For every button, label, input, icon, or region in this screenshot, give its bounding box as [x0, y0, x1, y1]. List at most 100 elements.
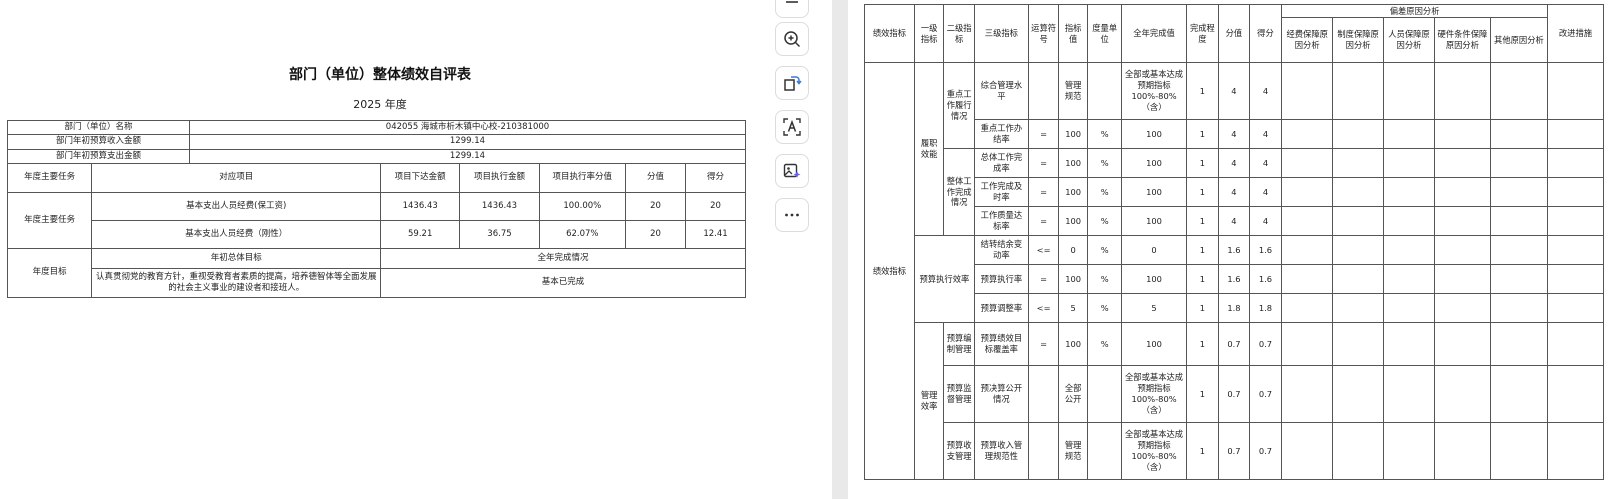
deviation-subheader: 人员保障原因分析 — [1383, 17, 1435, 63]
score-cell: 0.7 — [1218, 422, 1250, 480]
blank-cell — [1489, 119, 1548, 149]
blank-cell — [1433, 365, 1491, 423]
blank-cell — [1332, 62, 1385, 120]
more-icon — [785, 213, 799, 217]
income-label: 部门年初预算收入金额 — [7, 134, 190, 150]
blank-cell — [1489, 264, 1548, 294]
unit-cell: % — [1086, 264, 1123, 294]
task-header: 得分 — [684, 163, 747, 193]
more-button[interactable] — [775, 198, 809, 232]
points-cell: 4 — [1248, 177, 1283, 207]
expense-label: 部门年初预算支出金额 — [7, 149, 190, 164]
task-header: 对应项目 — [91, 163, 382, 193]
operator-cell — [1027, 365, 1060, 423]
completion-cell: 1 — [1185, 322, 1220, 366]
actual-value-cell: 100 — [1121, 264, 1187, 294]
document-title: 部门（单位）整体绩效自评表 — [289, 67, 471, 83]
unit-cell: % — [1086, 148, 1123, 178]
expense-value: 1299.14 — [188, 149, 747, 164]
deviation-header: 偏差原因分析 — [1281, 4, 1548, 18]
deviation-subheader: 硬件条件保障原因分析 — [1433, 17, 1491, 63]
blank-cell — [1281, 365, 1334, 423]
operator-cell — [1027, 422, 1060, 480]
task-cell: 1436.43 — [459, 192, 540, 221]
unit-cell — [1086, 422, 1123, 480]
level2-indicator: 整体工作完成情况 — [943, 148, 975, 236]
unit-cell — [1086, 62, 1123, 120]
target-value-cell: 全部公开 — [1058, 365, 1088, 423]
blank-cell — [1281, 119, 1334, 149]
target-value-cell: 0 — [1058, 235, 1088, 265]
points-cell: 1.8 — [1248, 293, 1283, 323]
blank-cell — [1281, 177, 1334, 207]
actual-value-cell: 100 — [1121, 177, 1187, 207]
blank-cell — [1546, 177, 1605, 207]
blank-cell — [1383, 322, 1435, 366]
blank-cell — [1546, 365, 1605, 423]
blank-cell — [1383, 148, 1435, 178]
completion-header: 全年完成情况 — [380, 248, 746, 269]
operator-cell: = — [1027, 206, 1060, 236]
operator-cell: = — [1027, 119, 1060, 149]
self-evaluation-table: 部门（单位）名称 042055 海城市析木镇中心校-210381000 部门年初… — [6, 120, 747, 298]
blank-cell — [1489, 206, 1548, 236]
target-value-cell: 100 — [1058, 206, 1088, 236]
completion-cell: 1 — [1185, 62, 1220, 120]
blank-cell — [1281, 422, 1334, 480]
blank-cell — [1383, 422, 1435, 480]
target-value-cell: 100 — [1058, 322, 1088, 366]
blank-cell — [1433, 148, 1491, 178]
operator-cell: = — [1027, 148, 1060, 178]
unit-cell: % — [1086, 206, 1123, 236]
blank-cell — [1332, 235, 1385, 265]
panel-button[interactable] — [775, 0, 809, 18]
level2-indicator: 预算编制管理 — [943, 322, 975, 366]
task-cell: 59.21 — [380, 220, 461, 249]
blank-cell — [1433, 293, 1491, 323]
unit-cell: % — [1086, 235, 1123, 265]
task-project: 基本支出人员经费(保工资) — [91, 192, 382, 221]
task-cell: 100.00% — [538, 192, 627, 221]
actual-value-cell: 100 — [1121, 119, 1187, 149]
zoom-in-icon — [784, 31, 801, 48]
goal-status: 基本已完成 — [380, 268, 746, 298]
blank-cell — [1546, 119, 1605, 149]
points-cell: 4 — [1248, 206, 1283, 236]
completion-cell: 1 — [1185, 422, 1220, 480]
blank-cell — [1383, 177, 1435, 207]
level1-indicator: 预算执行效率 — [913, 235, 975, 323]
document-page-right: 绩效指标 一级指标 二级指标 三级指标 运算符号 指标值 度量单位 全年完成值 … — [848, 0, 1605, 499]
operator-cell — [1027, 62, 1060, 120]
task-header: 项目执行率分值 — [538, 163, 627, 193]
points-cell: 4 — [1248, 119, 1283, 149]
unit-cell: % — [1086, 177, 1123, 207]
blank-cell — [1489, 177, 1548, 207]
col-header: 完成程度 — [1185, 4, 1220, 63]
page-gutter — [832, 0, 848, 499]
blank-cell — [1281, 148, 1334, 178]
blank-cell — [1332, 177, 1385, 207]
blank-cell — [1332, 206, 1385, 236]
level3-indicator: 预算绩效目标覆盖率 — [973, 322, 1029, 366]
blank-cell — [1433, 264, 1491, 294]
unit-cell: % — [1086, 119, 1123, 149]
blank-cell — [1433, 322, 1491, 366]
document-page-left: 部门（单位）整体绩效自评表 2025 年度 部门（单位）名称 042055 海城… — [0, 0, 760, 499]
blank-cell — [1383, 119, 1435, 149]
points-cell: 4 — [1248, 148, 1283, 178]
score-cell: 4 — [1218, 119, 1250, 149]
blank-cell — [1433, 62, 1491, 120]
level3-indicator: 预算调整率 — [973, 293, 1029, 323]
ai-image-button[interactable] — [775, 154, 809, 188]
task-cell: 12.41 — [684, 220, 747, 249]
blank-cell — [1546, 235, 1605, 265]
deviation-subheader: 其他原因分析 — [1489, 17, 1548, 63]
blank-cell — [1489, 235, 1548, 265]
completion-cell: 1 — [1185, 264, 1220, 294]
zoom-in-button[interactable] — [775, 22, 809, 56]
rotate-button[interactable] — [775, 66, 809, 100]
ocr-button[interactable] — [775, 110, 809, 144]
blank-cell — [1489, 293, 1548, 323]
blank-cell — [1281, 264, 1334, 294]
rotate-icon — [784, 76, 802, 91]
